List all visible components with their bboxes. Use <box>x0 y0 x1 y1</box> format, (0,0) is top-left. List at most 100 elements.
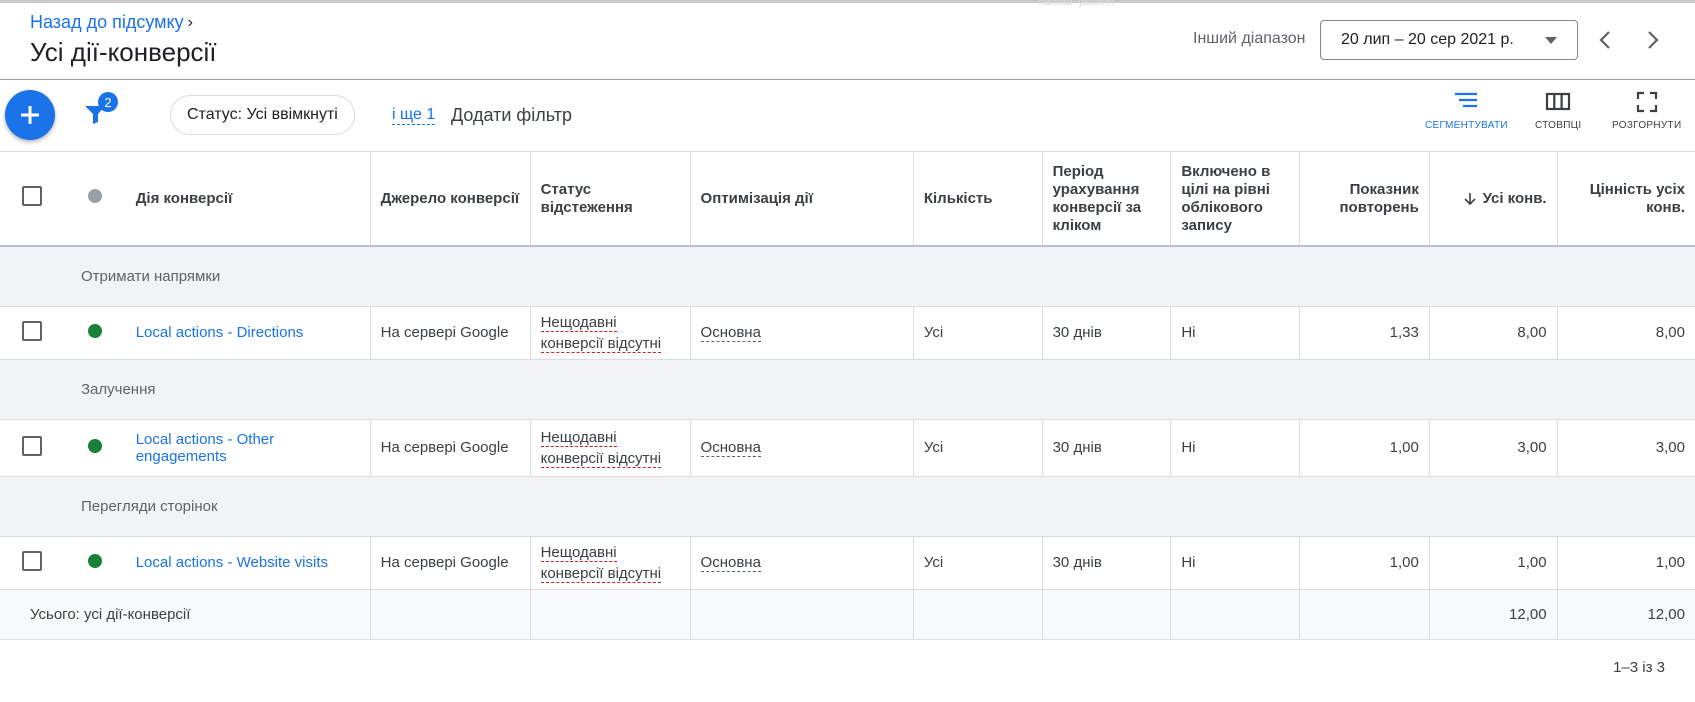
action-cell: Local actions - Other engagements <box>125 419 371 477</box>
table-header-row: Дія конверсії Джерело конверсії Статус в… <box>0 152 1695 247</box>
window-cell: 30 днів <box>1042 419 1172 477</box>
page-title: Усі дії-конверсії <box>30 37 217 67</box>
expand-button[interactable]: РОЗГОРНУТИ <box>1612 90 1681 131</box>
back-link-label[interactable]: Назад до підсумку <box>30 12 184 33</box>
total-label: Усього: усі дії-конверсії <box>0 589 371 640</box>
group-row: Перегляди сторінок <box>0 476 1695 537</box>
row-status-cell <box>63 536 126 590</box>
action-link[interactable]: Local actions - Website visits <box>136 554 328 571</box>
sort-descending-icon <box>1464 192 1476 205</box>
toolbar: 2 Статус: Усі ввімкнуті і ще 1 Додати фі… <box>0 80 1695 152</box>
range-label: Інший діапазон <box>1193 30 1306 47</box>
row-checkbox[interactable] <box>21 320 42 341</box>
columns-button[interactable]: СТОВПЦІ <box>1535 90 1581 131</box>
back-to-summary-link[interactable]: Назад до підсумку › <box>30 12 193 33</box>
header-status-column <box>63 152 126 247</box>
page-header: Назад до підсумку › Усі дії-конверсії на… <box>0 0 1695 80</box>
enabled-status-icon <box>87 438 102 453</box>
all-conv-cell: 3,00 <box>1429 419 1558 477</box>
group-label: Залучення <box>0 359 1695 420</box>
column-header-all-conv[interactable]: Усі конв. <box>1429 152 1558 247</box>
tracking-status-line: Нещодавні <box>540 313 617 332</box>
table-row: Local actions - Directions На сервері Go… <box>0 306 1695 360</box>
count-cell: Усі <box>913 536 1043 590</box>
date-range-value: 20 лип – 20 сер 2021 р. <box>1341 31 1514 48</box>
action-link[interactable]: Local actions - Directions <box>136 324 304 341</box>
group-row: Залучення <box>0 359 1695 420</box>
plus-icon <box>21 106 39 124</box>
table-row: Local actions - Website visits На сервер… <box>0 536 1695 590</box>
optimization-value[interactable]: Основна <box>700 324 761 342</box>
action-link[interactable]: Local actions - Other engagements <box>136 431 274 465</box>
tracking-status-line: Нещодавні <box>540 543 617 562</box>
row-select-cell <box>0 536 64 590</box>
add-conversion-button[interactable] <box>5 90 55 140</box>
optimization-cell: Основна <box>690 536 914 590</box>
table-row: Local actions - Other engagements На сер… <box>0 419 1695 477</box>
columns-label: СТОВПЦІ <box>1535 120 1582 131</box>
optimization-cell: Основна <box>690 419 914 477</box>
total-empty-cell <box>913 589 1043 640</box>
columns-icon <box>1546 92 1571 111</box>
tracking-status-line: конверсії відсутні <box>540 564 662 583</box>
dropdown-arrow-icon <box>1545 37 1557 44</box>
source-cell: На сервері Google <box>370 306 531 360</box>
tracking-status-line: конверсії відсутні <box>540 449 662 468</box>
action-cell: Local actions - Website visits <box>125 536 371 590</box>
total-empty-cell <box>690 589 914 640</box>
count-cell: Усі <box>913 419 1043 477</box>
total-row: Усього: усі дії-конверсії 12,00 12,00 <box>0 589 1695 640</box>
row-checkbox[interactable] <box>21 435 42 456</box>
more-filters-link[interactable]: і ще 1 <box>392 106 436 125</box>
chevron-right-icon: › <box>187 13 193 31</box>
segment-label: СЕГМЕНТУВАТИ <box>1425 120 1508 131</box>
source-cell: На сервері Google <box>370 536 531 590</box>
status-dot-icon[interactable] <box>87 189 102 203</box>
row-status-cell <box>63 306 126 360</box>
repeat-rate-cell: 1,00 <box>1299 536 1430 590</box>
total-empty-cell <box>530 589 691 640</box>
tracking-status-cell[interactable]: Нещодавні конверсії відсутні <box>530 306 691 360</box>
column-header-repeat-rate[interactable]: Показник повторень <box>1299 152 1430 247</box>
tracking-status-cell[interactable]: Нещодавні конверсії відсутні <box>530 419 691 477</box>
all-conv-value-cell: 8,00 <box>1557 306 1695 360</box>
optimization-cell: Основна <box>690 306 914 360</box>
column-header-optimization[interactable]: Оптимізація дії <box>690 152 914 247</box>
column-header-tracking-status[interactable]: Статус відстеження <box>530 152 691 247</box>
column-header-window[interactable]: Період урахування конверсії за кліком <box>1042 152 1172 247</box>
column-header-included[interactable]: Включено в цілі на рівні облікового запи… <box>1170 152 1301 247</box>
select-all-checkbox[interactable] <box>21 186 42 206</box>
column-header-source[interactable]: Джерело конверсії <box>370 152 531 247</box>
tracking-status-line: Нещодавні <box>540 428 617 447</box>
all-conv-cell: 8,00 <box>1429 306 1558 360</box>
optimization-value[interactable]: Основна <box>700 439 761 457</box>
column-header-count[interactable]: Кількість <box>913 152 1043 247</box>
optimization-value[interactable]: Основна <box>700 554 761 572</box>
status-filter-chip[interactable]: Статус: Усі ввімкнуті <box>170 95 355 135</box>
add-filter-button[interactable]: Додати фільтр <box>451 105 572 126</box>
total-empty-cell <box>370 589 531 640</box>
pagination-label: 1–3 із 3 <box>1613 659 1665 676</box>
previous-period-icon[interactable] <box>1594 27 1618 53</box>
segment-icon <box>1455 92 1478 108</box>
included-cell: Ні <box>1170 306 1301 360</box>
window-cell: 30 днів <box>1042 306 1172 360</box>
row-select-cell <box>0 419 64 477</box>
tracking-status-cell[interactable]: Нещодавні конверсії відсутні <box>530 536 691 590</box>
row-status-cell <box>63 419 126 477</box>
date-range-picker[interactable]: 20 лип – 20 сер 2021 р. <box>1320 20 1578 60</box>
header-select-all <box>0 152 64 247</box>
column-header-action[interactable]: Дія конверсії <box>125 152 371 247</box>
segment-button[interactable]: СЕГМЕНТУВАТИ <box>1425 90 1508 131</box>
all-conv-header-label: Усі конв. <box>1482 189 1547 207</box>
column-header-all-conv-value[interactable]: Цінність усіх конв. <box>1557 152 1695 247</box>
all-conv-value-cell: 1,00 <box>1557 536 1695 590</box>
repeat-rate-cell: 1,00 <box>1299 419 1430 477</box>
all-conv-value-cell: 3,00 <box>1557 419 1695 477</box>
row-checkbox[interactable] <box>21 550 42 571</box>
filter-count-badge: 2 <box>98 92 118 112</box>
ghost-label: налаштування <box>1038 0 1115 8</box>
repeat-rate-cell: 1,33 <box>1299 306 1430 360</box>
next-period-icon[interactable] <box>1640 27 1664 53</box>
total-all-conv-value: 12,00 <box>1557 589 1695 640</box>
